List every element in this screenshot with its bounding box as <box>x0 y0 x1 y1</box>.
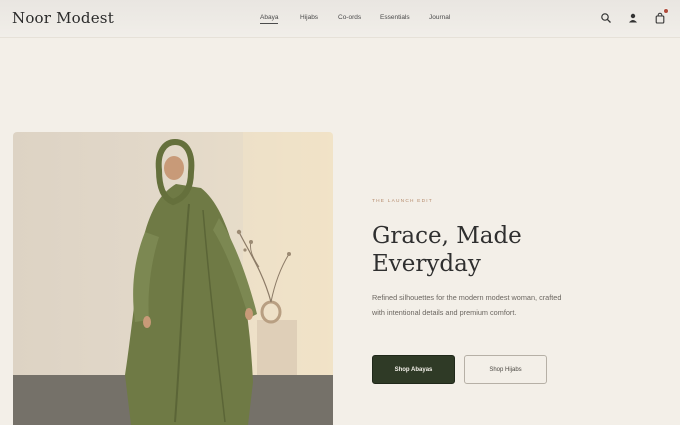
hero-eyebrow: THE LAUNCH EDIT <box>372 199 433 204</box>
shop-hijabs-button[interactable]: Shop Hijabs <box>464 355 547 384</box>
hero-headline-line2: Everyday <box>372 251 481 277</box>
bag-icon[interactable] <box>654 8 669 24</box>
nav-item-co-ords[interactable]: Co-ords <box>338 14 361 21</box>
search-icon[interactable] <box>600 11 612 23</box>
user-icon[interactable] <box>627 11 639 23</box>
hero-headline-line1: Grace, Made <box>372 223 522 249</box>
nav-item-essentials[interactable]: Essentials <box>380 14 410 21</box>
hero-subtext: Refined silhouettes for the modern modes… <box>372 293 562 317</box>
nav-item-journal[interactable]: Journal <box>429 14 450 21</box>
brand-logo[interactable]: Noor Modest <box>12 9 114 27</box>
hero-headline: Grace, Made Everyday <box>372 222 622 278</box>
header-actions <box>598 8 669 25</box>
hero-image <box>13 132 333 425</box>
shop-abayas-button[interactable]: Shop Abayas <box>372 355 455 384</box>
cart-badge <box>663 8 669 14</box>
site-header: Noor Modest Abaya Hijabs Co-ords Essenti… <box>0 0 680 38</box>
nav-item-hijabs[interactable]: Hijabs <box>300 14 318 21</box>
nav-item-abaya[interactable]: Abaya <box>260 14 279 24</box>
